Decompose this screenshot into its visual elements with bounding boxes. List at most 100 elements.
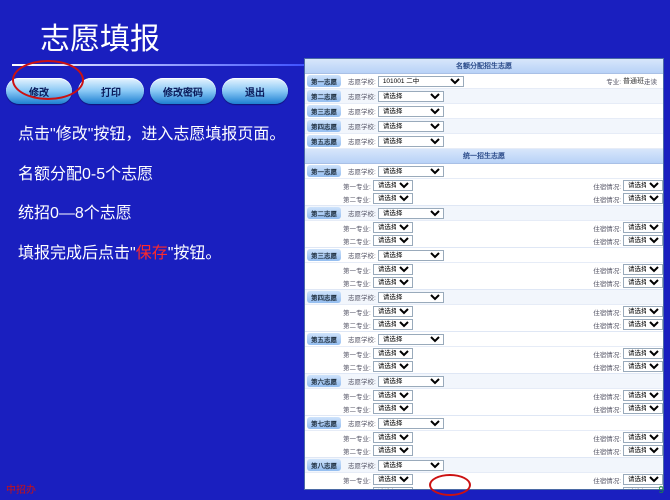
unified-subrows: 第一专业:请选择住宿情况:请选择第二专业:请选择住宿情况:请选择 <box>305 221 663 247</box>
live2-select[interactable]: 请选择 <box>623 403 663 414</box>
instruction-line-2: 名额分配0-5个志愿 <box>18 162 288 188</box>
unified-block: 第五志愿志愿学校:请选择第一专业:请选择住宿情况:请选择第二专业:请选择住宿情况… <box>305 332 663 374</box>
major2-select[interactable]: 请选择 <box>373 445 413 456</box>
major1-select[interactable]: 请选择 <box>373 474 413 485</box>
live1-select[interactable]: 请选择 <box>623 432 663 443</box>
instruction-line-3: 统招0—8个志愿 <box>18 201 288 227</box>
unified-block: 第八志愿志愿学校:请选择第一专业:请选择住宿情况:请选择第二专业:请选择住宿情况… <box>305 458 663 490</box>
form-screenshot: 名额分配招生志愿 第一志愿 志愿学校: 101001 二中 专业: 普通班 走读… <box>304 58 664 490</box>
field-label-major: 专业: <box>606 76 621 86</box>
school-select[interactable]: 请选择 <box>378 334 444 345</box>
school-select[interactable]: 101001 二中 <box>378 76 464 87</box>
unified-row: 第八志愿志愿学校:请选择 <box>305 458 663 473</box>
school-select[interactable]: 请选择 <box>378 136 444 147</box>
major2-select[interactable]: 请选择 <box>373 361 413 372</box>
unified-row-label: 第七志愿 <box>307 417 341 429</box>
quota-row-2: 第二志愿 志愿学校: 请选择 <box>305 89 663 104</box>
quota-row-5: 第五志愿 志愿学校: 请选择 <box>305 134 663 149</box>
modify-button[interactable]: 修改 <box>6 78 72 104</box>
live1-select[interactable]: 请选择 <box>623 180 663 191</box>
live1-select[interactable]: 请选择 <box>623 222 663 233</box>
unified-row-label: 第二志愿 <box>307 207 341 219</box>
school-select[interactable]: 请选择 <box>378 208 444 219</box>
unified-row-label: 第四志愿 <box>307 291 341 303</box>
unified-row: 第一志愿志愿学校:请选择 <box>305 164 663 179</box>
quota-row-3: 第三志愿 志愿学校: 请选择 <box>305 104 663 119</box>
section-header-quota: 名额分配招生志愿 <box>305 59 663 74</box>
school-select[interactable]: 请选择 <box>378 121 444 132</box>
major1-select[interactable]: 请选择 <box>373 222 413 233</box>
major2-select[interactable]: 请选择 <box>373 193 413 204</box>
major1-select[interactable]: 请选择 <box>373 432 413 443</box>
live2-select[interactable]: 请选择 <box>623 487 663 490</box>
unified-row-label: 第三志愿 <box>307 249 341 261</box>
unified-subrows: 第一专业:请选择住宿情况:请选择第二专业:请选择住宿情况:请选择 <box>305 473 663 490</box>
live-value: 走读 <box>644 76 657 86</box>
major1-select[interactable]: 请选择 <box>373 180 413 191</box>
live2-select[interactable]: 请选择 <box>623 235 663 246</box>
unified-row: 第五志愿志愿学校:请选择 <box>305 332 663 347</box>
unified-subrows: 第一专业:请选择住宿情况:请选择第二专业:请选择住宿情况:请选择 <box>305 305 663 331</box>
live1-select[interactable]: 请选择 <box>623 306 663 317</box>
school-select[interactable]: 请选择 <box>378 166 444 177</box>
major2-select[interactable]: 请选择 <box>373 319 413 330</box>
unified-block: 第三志愿志愿学校:请选择第一专业:请选择住宿情况:请选择第二专业:请选择住宿情况… <box>305 248 663 290</box>
field-label-school: 志愿学校: <box>348 76 376 86</box>
unified-block: 第六志愿志愿学校:请选择第一专业:请选择住宿情况:请选择第二专业:请选择住宿情况… <box>305 374 663 416</box>
unified-row: 第六志愿志愿学校:请选择 <box>305 374 663 389</box>
school-select[interactable]: 请选择 <box>378 460 444 471</box>
major1-select[interactable]: 请选择 <box>373 390 413 401</box>
change-password-button[interactable]: 修改密码 <box>150 78 216 104</box>
live2-select[interactable]: 请选择 <box>623 193 663 204</box>
unified-block: 第一志愿志愿学校:请选择第一专业:请选择住宿情况:请选择第二专业:请选择住宿情况… <box>305 164 663 206</box>
instruction-line-4: 填报完成后点击"保存"按钮。 <box>18 241 288 267</box>
major1-select[interactable]: 请选择 <box>373 264 413 275</box>
major2-select[interactable]: 请选择 <box>373 277 413 288</box>
live1-select[interactable]: 请选择 <box>623 348 663 359</box>
exit-button[interactable]: 退出 <box>222 78 288 104</box>
footer-left: 中招办 <box>6 481 36 496</box>
unified-row: 第三志愿志愿学校:请选择 <box>305 248 663 263</box>
quota-row-4: 第四志愿 志愿学校: 请选择 <box>305 119 663 134</box>
page-title: 志愿填报 <box>0 0 670 64</box>
live1-select[interactable]: 请选择 <box>623 264 663 275</box>
school-select[interactable]: 请选择 <box>378 91 444 102</box>
major2-select[interactable]: 请选择 <box>373 403 413 414</box>
instruction-line-1: 点击"修改"按钮，进入志愿填报页面。 <box>18 122 288 148</box>
print-button[interactable]: 打印 <box>78 78 144 104</box>
live1-select[interactable]: 请选择 <box>623 474 663 485</box>
unified-subrows: 第一专业:请选择住宿情况:请选择第二专业:请选择住宿情况:请选择 <box>305 179 663 205</box>
live1-select[interactable]: 请选择 <box>623 390 663 401</box>
major2-select[interactable]: 请选择 <box>373 235 413 246</box>
school-select[interactable]: 请选择 <box>378 250 444 261</box>
unified-block: 第七志愿志愿学校:请选择第一专业:请选择住宿情况:请选择第二专业:请选择住宿情况… <box>305 416 663 458</box>
major2-select[interactable]: 请选择 <box>373 487 413 490</box>
school-select[interactable]: 请选择 <box>378 376 444 387</box>
live2-select[interactable]: 请选择 <box>623 319 663 330</box>
school-select[interactable]: 请选择 <box>378 418 444 429</box>
major-value: 普通班 <box>623 76 644 86</box>
footer-right: 9 <box>658 485 664 496</box>
unified-subrows: 第一专业:请选择住宿情况:请选择第二专业:请选择住宿情况:请选择 <box>305 431 663 457</box>
unified-row-label: 第八志愿 <box>307 459 341 471</box>
live2-select[interactable]: 请选择 <box>623 277 663 288</box>
unified-row: 第二志愿志愿学校:请选择 <box>305 206 663 221</box>
unified-block: 第四志愿志愿学校:请选择第一专业:请选择住宿情况:请选择第二专业:请选择住宿情况… <box>305 290 663 332</box>
unified-subrows: 第一专业:请选择住宿情况:请选择第二专业:请选择住宿情况:请选择 <box>305 389 663 415</box>
unified-row-label: 第六志愿 <box>307 375 341 387</box>
unified-row: 第七志愿志愿学校:请选择 <box>305 416 663 431</box>
live2-select[interactable]: 请选择 <box>623 361 663 372</box>
unified-subrows: 第一专业:请选择住宿情况:请选择第二专业:请选择住宿情况:请选择 <box>305 263 663 289</box>
section-header-unified: 统一招生志愿 <box>305 149 663 164</box>
major1-select[interactable]: 请选择 <box>373 306 413 317</box>
quota-row-1: 第一志愿 志愿学校: 101001 二中 专业: 普通班 走读 <box>305 74 663 89</box>
school-select[interactable]: 请选择 <box>378 292 444 303</box>
unified-row: 第四志愿志愿学校:请选择 <box>305 290 663 305</box>
major1-select[interactable]: 请选择 <box>373 348 413 359</box>
live2-select[interactable]: 请选择 <box>623 445 663 456</box>
unified-block: 第二志愿志愿学校:请选择第一专业:请选择住宿情况:请选择第二专业:请选择住宿情况… <box>305 206 663 248</box>
school-select[interactable]: 请选择 <box>378 106 444 117</box>
quota-row-label: 第一志愿 <box>307 75 341 87</box>
unified-row-label: 第一志愿 <box>307 165 341 177</box>
instructions: 点击"修改"按钮，进入志愿填报页面。 名额分配0-5个志愿 统招0—8个志愿 填… <box>0 122 300 266</box>
